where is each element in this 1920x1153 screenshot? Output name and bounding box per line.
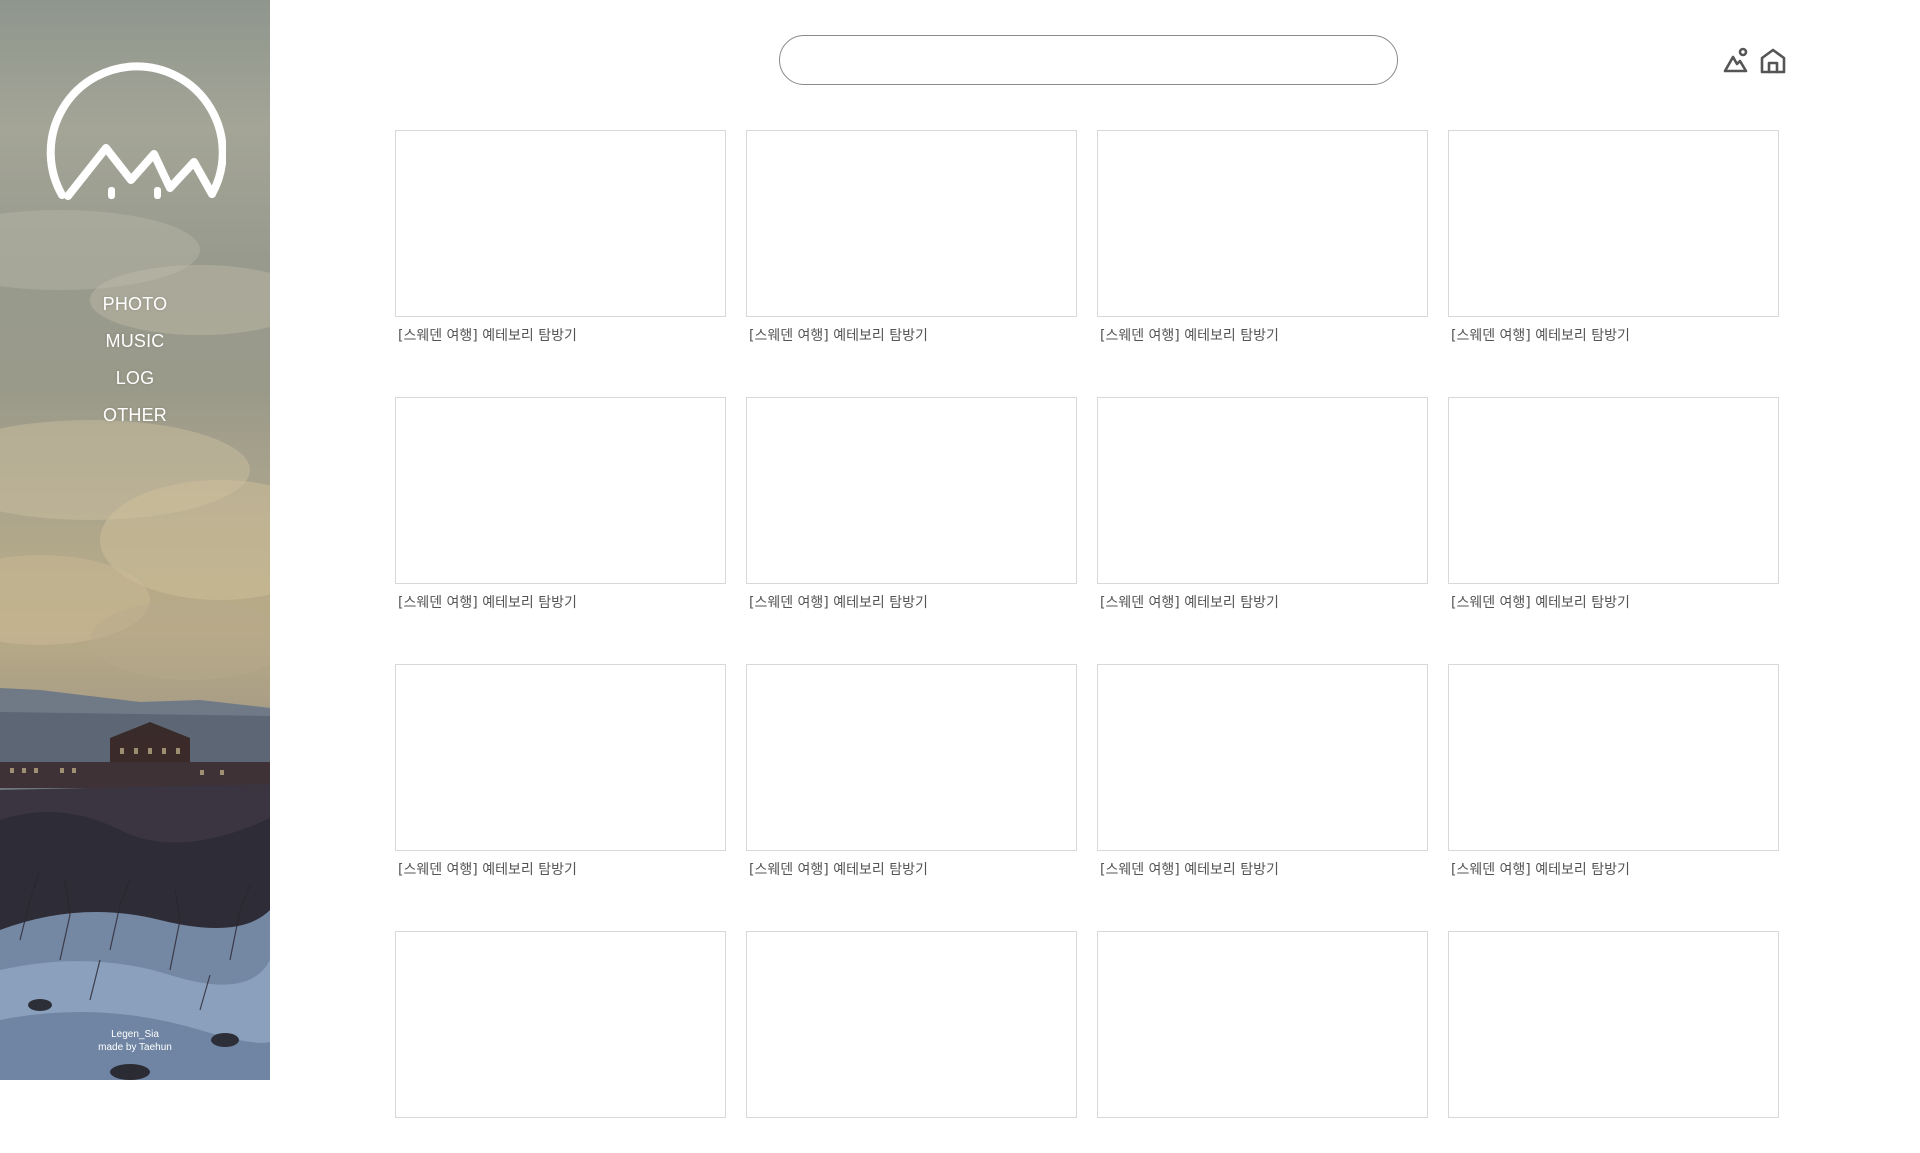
home-icon[interactable]	[1758, 46, 1788, 76]
photo-caption[interactable]: [스웨덴 여행] 예테보리 탐방기	[1097, 861, 1428, 879]
photo-caption[interactable]: [스웨덴 여행] 예테보리 탐방기	[746, 594, 1077, 612]
photo-thumbnail[interactable]	[1448, 397, 1779, 584]
photo-card[interactable]	[746, 931, 1077, 1153]
photo-thumbnail[interactable]	[746, 664, 1077, 851]
photo-thumbnail[interactable]	[395, 931, 726, 1118]
photo-thumbnail[interactable]	[395, 664, 726, 851]
photo-caption[interactable]: [스웨덴 여행] 예테보리 탐방기	[746, 861, 1077, 879]
photo-caption[interactable]: [스웨덴 여행] 예테보리 탐방기	[1448, 861, 1779, 879]
photo-card[interactable]: [스웨덴 여행] 예테보리 탐방기	[746, 664, 1077, 886]
photo-thumbnail[interactable]	[1097, 130, 1428, 317]
main-nav: PHOTO MUSIC LOG OTHER	[0, 286, 270, 434]
sidebar: PHOTO MUSIC LOG OTHER Legen_Sia made by …	[0, 0, 270, 1080]
nav-item-other[interactable]: OTHER	[103, 397, 167, 434]
photo-card[interactable]	[395, 931, 726, 1153]
photo-card[interactable]: [스웨덴 여행] 예테보리 탐방기	[746, 130, 1077, 352]
photo-card[interactable]: [스웨덴 여행] 예테보리 탐방기	[1448, 397, 1779, 619]
sidebar-credits: Legen_Sia made by Taehun	[0, 1028, 270, 1054]
photo-thumbnail[interactable]	[1097, 397, 1428, 584]
photo-thumbnail[interactable]	[1448, 130, 1779, 317]
photo-caption[interactable]: [스웨덴 여행] 예테보리 탐방기	[395, 327, 726, 345]
photo-caption[interactable]: [스웨덴 여행] 예테보리 탐방기	[746, 327, 1077, 345]
site-logo[interactable]	[46, 52, 226, 212]
photo-card[interactable]	[1097, 931, 1428, 1153]
photo-card[interactable]	[1448, 931, 1779, 1153]
photo-card[interactable]: [스웨덴 여행] 예테보리 탐방기	[395, 130, 726, 352]
photo-card[interactable]: [스웨덴 여행] 예테보리 탐방기	[1448, 664, 1779, 886]
photo-card[interactable]: [스웨덴 여행] 예테보리 탐방기	[746, 397, 1077, 619]
photo-card[interactable]: [스웨덴 여행] 예테보리 탐방기	[395, 664, 726, 886]
photo-card[interactable]: [스웨덴 여행] 예테보리 탐방기	[1097, 664, 1428, 886]
photo-thumbnail[interactable]	[1097, 931, 1428, 1118]
credits-author: Legen_Sia	[111, 1029, 159, 1040]
photo-thumbnail[interactable]	[746, 931, 1077, 1118]
photo-thumbnail[interactable]	[746, 397, 1077, 584]
photo-thumbnail[interactable]	[1448, 664, 1779, 851]
nav-item-music[interactable]: MUSIC	[106, 323, 165, 360]
mountain-person-icon[interactable]	[1721, 46, 1751, 76]
photo-card[interactable]: [스웨덴 여행] 예테보리 탐방기	[1097, 397, 1428, 619]
photo-caption[interactable]: [스웨덴 여행] 예테보리 탐방기	[395, 861, 726, 879]
photo-caption[interactable]: [스웨덴 여행] 예테보리 탐방기	[1097, 327, 1428, 345]
nav-item-photo[interactable]: PHOTO	[103, 286, 168, 323]
photo-card[interactable]: [스웨덴 여행] 예테보리 탐방기	[1097, 130, 1428, 352]
photo-caption[interactable]: [스웨덴 여행] 예테보리 탐방기	[1448, 327, 1779, 345]
photo-thumbnail[interactable]	[395, 130, 726, 317]
credits-made-by: made by Taehun	[98, 1042, 172, 1053]
photo-thumbnail[interactable]	[1097, 664, 1428, 851]
photo-card[interactable]: [스웨덴 여행] 예테보리 탐방기	[1448, 130, 1779, 352]
photo-thumbnail[interactable]	[1448, 931, 1779, 1118]
photo-card[interactable]: [스웨덴 여행] 예테보리 탐방기	[395, 397, 726, 619]
photo-caption[interactable]: [스웨덴 여행] 예테보리 탐방기	[1448, 594, 1779, 612]
nav-item-log[interactable]: LOG	[116, 360, 155, 397]
photo-caption[interactable]: [스웨덴 여행] 예테보리 탐방기	[1097, 594, 1428, 612]
photo-thumbnail[interactable]	[395, 397, 726, 584]
search-input[interactable]	[779, 35, 1398, 85]
photo-thumbnail[interactable]	[746, 130, 1077, 317]
photo-grid: [스웨덴 여행] 예테보리 탐방기 [스웨덴 여행] 예테보리 탐방기 [스웨덴…	[395, 130, 1780, 1153]
photo-caption[interactable]: [스웨덴 여행] 예테보리 탐방기	[395, 594, 726, 612]
